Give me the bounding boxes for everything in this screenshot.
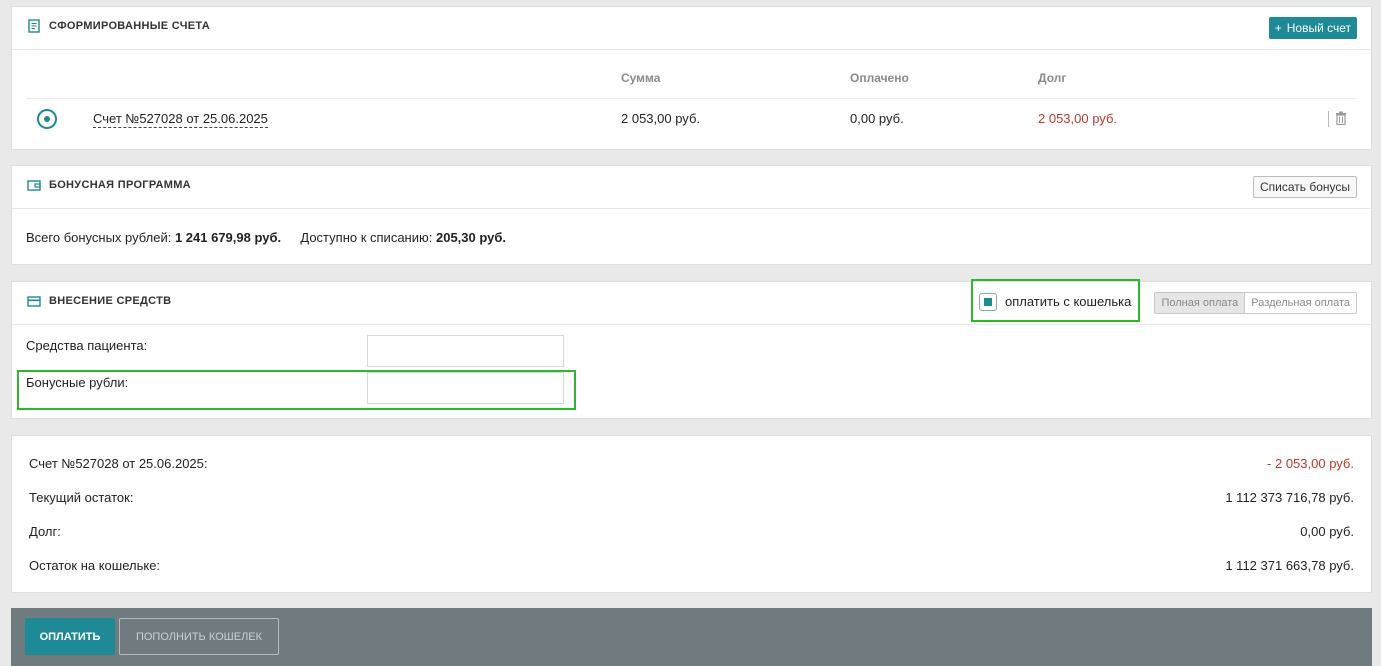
payment-mode-switch: Полная оплата Раздельная оплата: [1154, 292, 1357, 314]
invoice-debt: 2 053,00 руб.: [1038, 111, 1118, 126]
patient-funds-input[interactable]: [367, 335, 564, 367]
deposit-panel: ВНЕСЕНИЕ СРЕДСТВ оплатить с кошелька Пол…: [11, 279, 1372, 419]
wallet-highlight: оплатить с кошелька: [971, 279, 1140, 322]
new-invoice-button[interactable]: + Новый счет: [1268, 17, 1357, 39]
invoice-radio[interactable]: [37, 109, 57, 129]
deposit-title: ВНЕСЕНИЕ СРЕДСТВ: [49, 295, 172, 307]
deposit-header: ВНЕСЕНИЕ СРЕДСТВ оплатить с кошелька Пол…: [12, 279, 1371, 325]
wallet-icon: [27, 178, 41, 192]
mode-split-payment[interactable]: Раздельная оплата: [1245, 293, 1356, 313]
action-bar: ОПЛАТИТЬ ПОПОЛНИТЬ КОШЕЛЕК: [11, 608, 1372, 666]
column-sum: Сумма: [621, 71, 661, 85]
wallet-checkbox-label[interactable]: оплатить с кошелька: [1005, 294, 1131, 309]
new-invoice-label: Новый счет: [1286, 21, 1351, 35]
plus-icon: +: [1274, 21, 1282, 35]
card-icon: [27, 294, 41, 308]
summary-value: - 2 053,00 руб.: [1267, 456, 1354, 471]
table-divider: [26, 98, 1357, 99]
action-divider: [1328, 111, 1329, 127]
summary-row: Долг: 0,00 руб.: [29, 524, 1354, 539]
summary-value: 1 112 371 663,78 руб.: [1225, 558, 1354, 573]
bonus-total-label: Всего бонусных рублей:: [26, 230, 172, 245]
bonus-title: БОНУСНАЯ ПРОГРАММА: [49, 179, 191, 191]
invoice-paid: 0,00 руб.: [850, 111, 904, 126]
bonus-header: БОНУСНАЯ ПРОГРАММА Списать бонусы: [12, 166, 1371, 209]
summary-label: Долг:: [29, 524, 61, 539]
wallet-checkbox[interactable]: [979, 293, 997, 311]
bonus-rubles-label: Бонусные рубли:: [26, 375, 129, 390]
invoices-title: СФОРМИРОВАННЫЕ СЧЕТА: [49, 20, 210, 32]
topup-wallet-button[interactable]: ПОПОЛНИТЬ КОШЕЛЕК: [119, 618, 279, 655]
invoice-sum: 2 053,00 руб.: [621, 111, 701, 126]
summary-row: Счет №527028 от 25.06.2025: - 2 053,00 р…: [29, 456, 1354, 471]
summary-label: Счет №527028 от 25.06.2025:: [29, 456, 208, 471]
summary-label: Остаток на кошельке:: [29, 558, 161, 573]
bonus-panel: БОНУСНАЯ ПРОГРАММА Списать бонусы Всего …: [11, 165, 1372, 265]
column-paid: Оплачено: [850, 71, 909, 85]
bonus-total-value: 1 241 679,98 руб.: [174, 230, 282, 245]
summary-label: Текущий остаток:: [29, 490, 134, 505]
invoice-icon: [27, 19, 41, 33]
trash-icon[interactable]: [1335, 111, 1349, 126]
mode-full-payment[interactable]: Полная оплата: [1155, 293, 1246, 313]
bonus-available-value: 205,30 руб.: [435, 230, 506, 245]
bonus-summary: Всего бонусных рублей: 1 241 679,98 руб.…: [26, 230, 506, 245]
bonus-rubles-input[interactable]: [367, 372, 564, 404]
invoices-panel: СФОРМИРОВАННЫЕ СЧЕТА + Новый счет Сумма …: [11, 6, 1372, 150]
summary-row: Текущий остаток: 1 112 373 716,78 руб.: [29, 490, 1354, 505]
summary-row: Остаток на кошельке: 1 112 371 663,78 ру…: [29, 558, 1354, 573]
pay-button[interactable]: ОПЛАТИТЬ: [25, 618, 115, 655]
invoices-header: СФОРМИРОВАННЫЕ СЧЕТА + Новый счет: [12, 7, 1371, 50]
column-debt: Долг: [1038, 71, 1067, 85]
summary-panel: Счет №527028 от 25.06.2025: - 2 053,00 р…: [11, 435, 1372, 593]
summary-value: 0,00 руб.: [1300, 524, 1354, 539]
invoice-link[interactable]: Счет №527028 от 25.06.2025: [93, 111, 268, 128]
bonus-available-label: Доступно к списанию:: [300, 230, 433, 245]
summary-value: 1 112 373 716,78 руб.: [1225, 490, 1354, 505]
patient-funds-label: Средства пациента:: [26, 338, 148, 353]
writeoff-bonus-button[interactable]: Списать бонусы: [1252, 176, 1357, 198]
